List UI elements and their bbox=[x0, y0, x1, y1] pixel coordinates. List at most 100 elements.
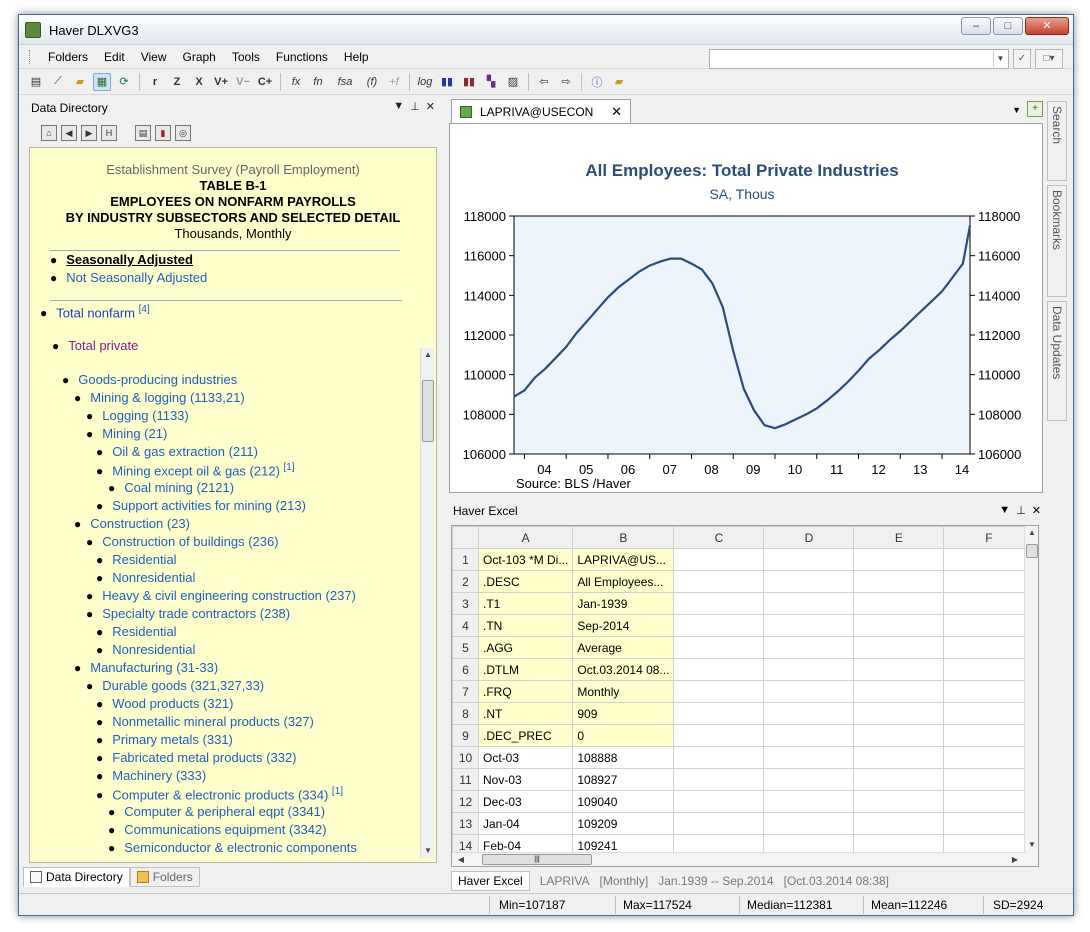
line-chart-icon[interactable]: ⟋ bbox=[49, 73, 67, 91]
tab-laprica-graph[interactable]: LAPRIVA@USECON ✕ bbox=[451, 99, 631, 123]
cell-a[interactable]: Oct-103 *M Di... bbox=[477, 548, 574, 571]
tree-item[interactable]: ● Logging (1133) bbox=[86, 408, 189, 423]
maximize-button[interactable]: □ bbox=[993, 17, 1023, 35]
tree-item[interactable]: ● Residential bbox=[96, 552, 177, 567]
cell-c[interactable] bbox=[673, 812, 765, 835]
tab-data-updates[interactable]: Data Updates bbox=[1047, 301, 1067, 421]
row-header[interactable]: 8 bbox=[452, 702, 479, 725]
cell-e[interactable] bbox=[853, 746, 945, 769]
row-header[interactable]: 4 bbox=[452, 614, 479, 637]
tree-item[interactable]: ● Oil & gas extraction (211) bbox=[96, 444, 258, 459]
tree-item[interactable]: ● Computer & peripheral eqpt (3341) bbox=[108, 804, 325, 819]
menu-tools[interactable]: Tools bbox=[224, 50, 268, 64]
cell-c[interactable] bbox=[673, 702, 765, 725]
pin-icon[interactable]: ⊥ bbox=[1016, 504, 1026, 517]
row-header[interactable]: 12 bbox=[452, 790, 479, 813]
graph-panel[interactable]: All Employees: Total Private Industries … bbox=[449, 123, 1043, 493]
cell-f[interactable] bbox=[943, 680, 1035, 703]
scroll-down-icon[interactable]: ▼ bbox=[1025, 838, 1038, 852]
v-plus-icon[interactable]: V+ bbox=[212, 73, 230, 91]
cell-e[interactable] bbox=[853, 768, 945, 791]
row-header[interactable]: 1 bbox=[452, 548, 479, 571]
scroll-thumb[interactable] bbox=[1026, 544, 1038, 558]
menu-folders[interactable]: Folders bbox=[40, 50, 96, 64]
cell-f[interactable] bbox=[943, 658, 1035, 681]
add-graph-icon[interactable]: + bbox=[1027, 101, 1043, 117]
cell-e[interactable] bbox=[853, 658, 945, 681]
row-header[interactable]: 6 bbox=[452, 658, 479, 681]
table-row[interactable]: 4 .TN Sep-2014 bbox=[452, 614, 1035, 637]
new-doc-icon[interactable]: ▤ bbox=[27, 73, 45, 91]
tab-list-icon[interactable]: ▼ bbox=[1012, 105, 1021, 115]
cell-f[interactable] bbox=[943, 570, 1035, 593]
tree-item[interactable]: ● Heavy & civil engineering construction … bbox=[86, 588, 356, 603]
cell-b[interactable]: 109040 bbox=[572, 790, 675, 813]
cell-e[interactable] bbox=[853, 790, 945, 813]
cell-c[interactable] bbox=[673, 548, 765, 571]
table-row[interactable]: 9 .DEC_PREC 0 bbox=[452, 724, 1035, 747]
fx-icon[interactable]: fx bbox=[287, 73, 305, 91]
scroll-down-icon[interactable]: ▼ bbox=[421, 844, 435, 858]
table-row[interactable]: 11 Nov-03 108927 bbox=[452, 768, 1035, 791]
cell-b[interactable]: Oct.03.2014 08... bbox=[572, 658, 675, 681]
cell-a[interactable]: .DTLM bbox=[477, 658, 574, 681]
row-header[interactable]: 2 bbox=[452, 570, 479, 593]
menu-graph[interactable]: Graph bbox=[175, 50, 224, 64]
row-header[interactable]: 11 bbox=[452, 768, 479, 791]
history-icon[interactable]: H bbox=[101, 125, 117, 141]
close-button[interactable]: ✕ bbox=[1025, 17, 1069, 35]
table-row[interactable]: 5 .AGG Average bbox=[452, 636, 1035, 659]
column-header[interactable]: F bbox=[943, 526, 1035, 549]
spreadsheet[interactable]: A B C D E F 1 Oct-103 *M Di... LAPRIVA@US.… bbox=[451, 525, 1039, 867]
tree-item[interactable]: ● Mining except oil & gas (212) [1] bbox=[96, 462, 295, 478]
table-row[interactable]: 8 .NT 909 bbox=[452, 702, 1035, 725]
cell-d[interactable] bbox=[763, 768, 855, 791]
cell-e[interactable] bbox=[853, 592, 945, 615]
cell-c[interactable] bbox=[673, 680, 765, 703]
bar-chart-alt-icon[interactable]: ▮▮ bbox=[460, 73, 478, 91]
cell-e[interactable] bbox=[853, 570, 945, 593]
cell-f[interactable] bbox=[943, 768, 1035, 791]
tab-bookmarks[interactable]: Bookmarks bbox=[1047, 185, 1067, 297]
tree-item[interactable]: ● Machinery (333) bbox=[96, 768, 206, 783]
tree-item[interactable]: ● Specialty trade contractors (238) bbox=[86, 606, 290, 621]
tree-item[interactable]: ● Coal mining (2121) bbox=[108, 480, 234, 495]
tree-item[interactable]: ● Total private bbox=[52, 338, 138, 353]
cell-d[interactable] bbox=[763, 548, 855, 571]
tree-item[interactable]: ● Nonresidential bbox=[96, 642, 195, 657]
cell-c[interactable] bbox=[673, 724, 765, 747]
cell-b[interactable]: LAPRIVA@US... bbox=[572, 548, 675, 571]
sheet-vertical-scrollbar[interactable]: ▲ ▼ bbox=[1024, 526, 1038, 866]
r-icon[interactable]: r bbox=[146, 73, 164, 91]
cell-b[interactable]: 909 bbox=[572, 702, 675, 725]
table-row[interactable]: 2 .DESC All Employees... bbox=[452, 570, 1035, 593]
excel-icon[interactable]: ▦ bbox=[93, 72, 111, 91]
tab-folders[interactable]: Folders bbox=[129, 867, 200, 887]
tree-item[interactable]: ● Computer & electronic products (334) [1… bbox=[96, 786, 343, 802]
close-tab-icon[interactable]: ✕ bbox=[611, 104, 622, 120]
pin-icon[interactable]: ⊥ bbox=[410, 100, 420, 113]
option-not-seasonally-adjusted[interactable]: ● Not Seasonally Adjusted bbox=[50, 270, 207, 285]
cell-d[interactable] bbox=[763, 570, 855, 593]
table-row[interactable]: 13 Jan-04 109209 bbox=[452, 812, 1035, 835]
cell-d[interactable] bbox=[763, 790, 855, 813]
z-icon[interactable]: Z bbox=[168, 73, 186, 91]
row-header[interactable]: 5 bbox=[452, 636, 479, 659]
cell-c[interactable] bbox=[673, 636, 765, 659]
cell-a[interactable]: Jan-04 bbox=[477, 812, 574, 835]
cell-b[interactable]: 109209 bbox=[572, 812, 675, 835]
cell-b[interactable]: Average bbox=[572, 636, 675, 659]
cell-a[interactable]: .T1 bbox=[477, 592, 574, 615]
tree-item[interactable]: ● Durable goods (321,327,33) bbox=[86, 678, 264, 693]
minimize-button[interactable]: – bbox=[961, 17, 991, 35]
refresh-icon[interactable]: ⟳ bbox=[115, 73, 133, 91]
scroll-thumb[interactable]: ||| bbox=[482, 854, 592, 865]
cell-b[interactable]: All Employees... bbox=[572, 570, 675, 593]
pane-close-icon[interactable]: ✕ bbox=[426, 100, 435, 113]
arrow-left-icon[interactable]: ⇦ bbox=[535, 73, 553, 91]
cell-b[interactable]: Sep-2014 bbox=[572, 614, 675, 637]
cell-d[interactable] bbox=[763, 702, 855, 725]
tab-data-directory[interactable]: Data Directory bbox=[23, 867, 130, 887]
cell-e[interactable] bbox=[853, 724, 945, 747]
c-plus-icon[interactable]: C+ bbox=[256, 73, 274, 91]
